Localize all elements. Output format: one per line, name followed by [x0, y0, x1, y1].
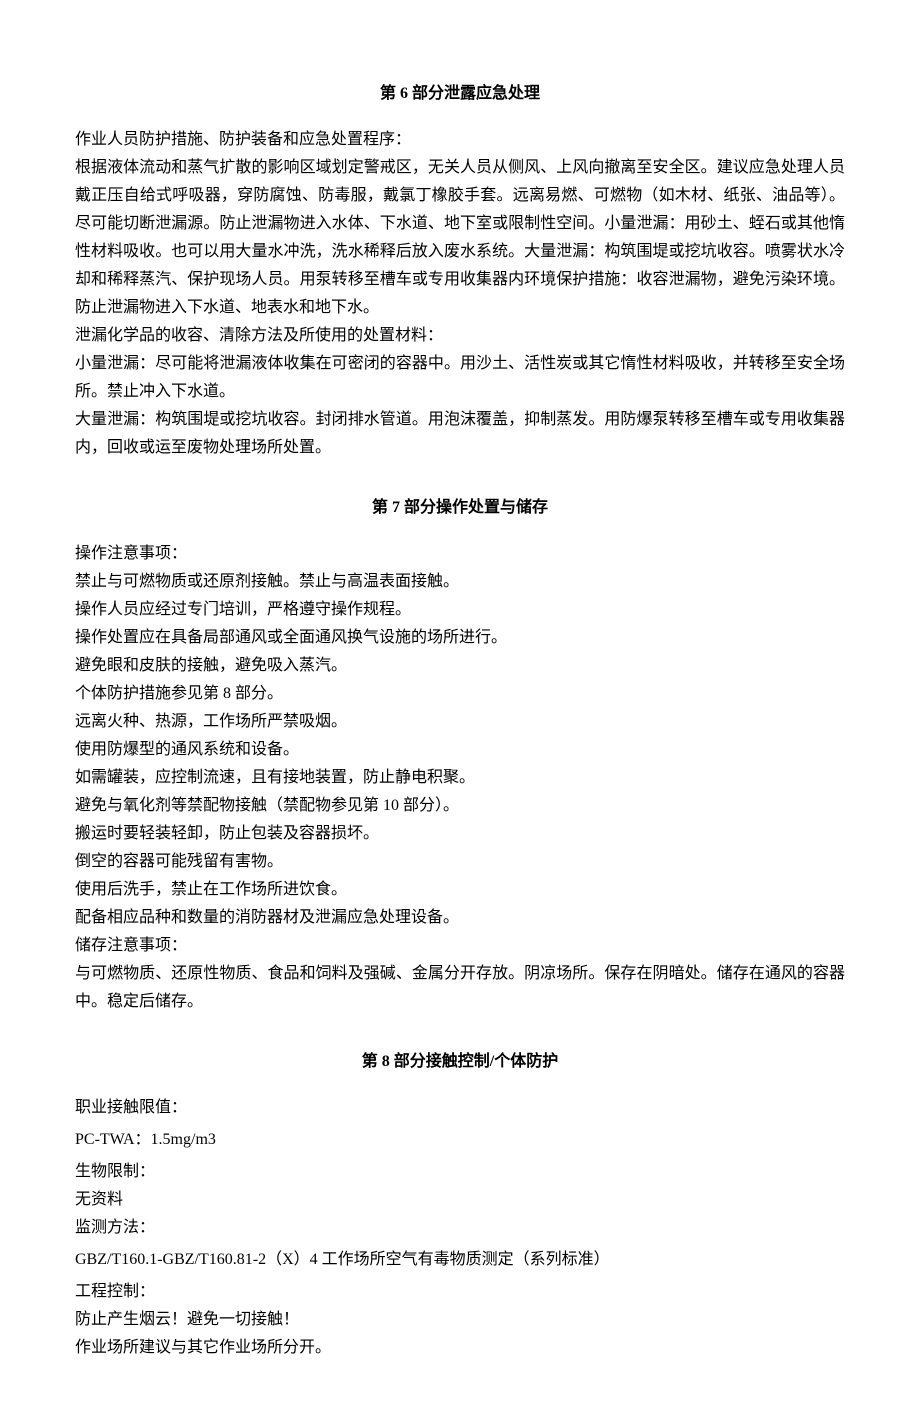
- section-7-title: 第 7 部分操作处置与储存: [75, 494, 845, 522]
- s7-store-body: 与可燃物质、还原性物质、食品和饲料及强碱、金属分开存放。阴凉场所。保存在阴暗处。…: [75, 960, 845, 1016]
- section-7-title-text: 第 7 部分操作处置与储存: [372, 499, 548, 516]
- s6-p1-body: 根据液体流动和蒸气扩散的影响区域划定警戒区，无关人员从侧风、上风向撤离至安全区。…: [75, 154, 845, 322]
- section-7: 第 7 部分操作处置与储存 操作注意事项： 禁止与可燃物质或还原剂接触。禁止与高…: [75, 494, 845, 1016]
- s7-op-line-2: 操作处置应在具备局部通风或全面通风换气设施的场所进行。: [75, 624, 845, 652]
- s6-p2-small: 小量泄漏：尽可能将泄漏液体收集在可密闭的容器中。用沙土、活性炭或其它惰性材料吸收…: [75, 350, 845, 406]
- s6-p2-large: 大量泄漏：构筑围堤或挖坑收容。封闭排水管道。用泡沫覆盖，抑制蒸发。用防爆泵转移至…: [75, 406, 845, 462]
- section-6-title-text: 第 6 部分泄露应急处理: [380, 85, 540, 102]
- s8-monitor-value: GBZ/T160.1-GBZ/T160.81-2（X）4 工作场所空气有毒物质测…: [75, 1246, 845, 1274]
- s7-op-line-7: 如需罐装，应控制流速，且有接地装置，防止静电积聚。: [75, 764, 845, 792]
- s7-op-line-9: 搬运时要轻装轻卸，防止包装及容器损坏。: [75, 820, 845, 848]
- s8-limit-label: 职业接触限值：: [75, 1094, 845, 1122]
- s8-bio-label: 生物限制：: [75, 1158, 845, 1186]
- s7-op-line-5: 远离火种、热源，工作场所严禁吸烟。: [75, 708, 845, 736]
- s6-p2-label: 泄漏化学品的收容、清除方法及所使用的处置材料：: [75, 322, 845, 350]
- s8-monitor-label: 监测方法：: [75, 1214, 845, 1242]
- s7-op-line-1: 操作人员应经过专门培训，严格遵守操作规程。: [75, 596, 845, 624]
- s6-p1-label: 作业人员防护措施、防护装备和应急处置程序：: [75, 126, 845, 154]
- section-8-title-text: 第 8 部分接触控制/个体防护: [362, 1053, 558, 1070]
- s8-eng-line2: 作业场所建议与其它作业场所分开。: [75, 1334, 845, 1362]
- section-8-title: 第 8 部分接触控制/个体防护: [75, 1048, 845, 1076]
- s7-op-line-4: 个体防护措施参见第 8 部分。: [75, 680, 845, 708]
- s7-op-label: 操作注意事项：: [75, 540, 845, 568]
- s7-op-line-0: 禁止与可燃物质或还原剂接触。禁止与高温表面接触。: [75, 568, 845, 596]
- s8-eng-label: 工程控制：: [75, 1278, 845, 1306]
- s7-store-label: 储存注意事项：: [75, 932, 845, 960]
- section-6: 第 6 部分泄露应急处理 作业人员防护措施、防护装备和应急处置程序： 根据液体流…: [75, 80, 845, 462]
- s7-op-line-6: 使用防爆型的通风系统和设备。: [75, 736, 845, 764]
- s7-op-line-11: 使用后洗手，禁止在工作场所进饮食。: [75, 876, 845, 904]
- section-8: 第 8 部分接触控制/个体防护 职业接触限值： PC-TWA：1.5mg/m3 …: [75, 1048, 845, 1362]
- s8-bio-value: 无资料: [75, 1186, 845, 1214]
- s7-op-line-8: 避免与氧化剂等禁配物接触（禁配物参见第 10 部分）。: [75, 792, 845, 820]
- s8-limit-value: PC-TWA：1.5mg/m3: [75, 1126, 845, 1154]
- section-6-title: 第 6 部分泄露应急处理: [75, 80, 845, 108]
- s7-op-line-3: 避免眼和皮肤的接触，避免吸入蒸汽。: [75, 652, 845, 680]
- s7-op-line-10: 倒空的容器可能残留有害物。: [75, 848, 845, 876]
- s8-eng-line1: 防止产生烟云！避免一切接触！: [75, 1306, 845, 1334]
- s7-op-line-12: 配备相应品种和数量的消防器材及泄漏应急处理设备。: [75, 904, 845, 932]
